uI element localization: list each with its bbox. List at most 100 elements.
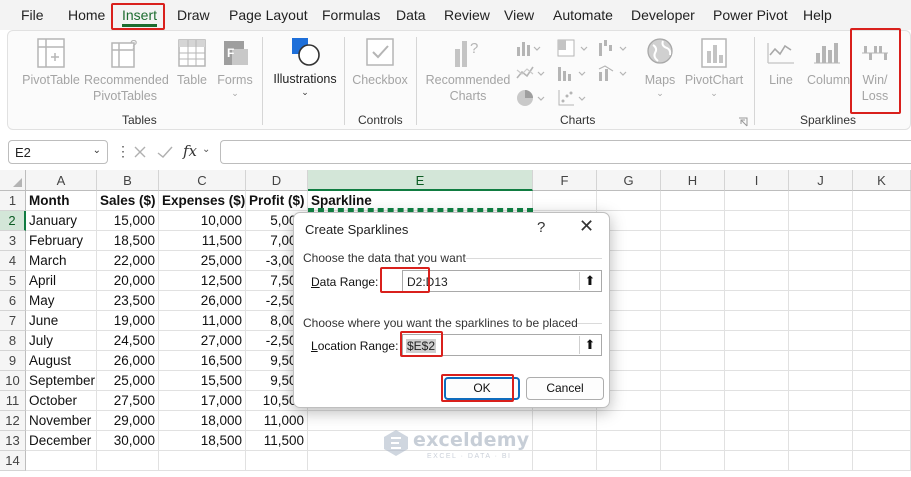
cell-a3[interactable]: February — [26, 231, 97, 251]
cell-i8[interactable] — [725, 331, 789, 351]
fx-dropdown-icon[interactable]: ⌄ — [202, 144, 210, 155]
cell-k9[interactable] — [853, 351, 911, 371]
cell-b13[interactable]: 30,000 — [97, 431, 159, 451]
menu-insert[interactable]: Insert — [122, 7, 158, 27]
cell-c6[interactable]: 26,000 — [159, 291, 246, 311]
cell-j12[interactable] — [789, 411, 853, 431]
cell-c8[interactable]: 27,000 — [159, 331, 246, 351]
waterfall-chart-dropdown[interactable] — [598, 39, 632, 57]
cell-j5[interactable] — [789, 271, 853, 291]
menu-automate[interactable]: Automate — [553, 7, 613, 23]
charts-dialog-launcher[interactable] — [738, 115, 748, 127]
cell-k7[interactable] — [853, 311, 911, 331]
cell-j4[interactable] — [789, 251, 853, 271]
cell-j9[interactable] — [789, 351, 853, 371]
cancel-formula-icon[interactable] — [133, 145, 147, 159]
cell-a14[interactable] — [26, 451, 97, 471]
cell-c1[interactable]: Expenses ($) — [159, 191, 246, 211]
menu-developer[interactable]: Developer — [631, 7, 695, 23]
cell-j3[interactable] — [789, 231, 853, 251]
cell-c3[interactable]: 11,500 — [159, 231, 246, 251]
cell-k2[interactable] — [853, 211, 911, 231]
column-chart-dropdown[interactable] — [516, 39, 542, 57]
cell-b7[interactable]: 19,000 — [97, 311, 159, 331]
cell-h5[interactable] — [661, 271, 725, 291]
cell-h7[interactable] — [661, 311, 725, 331]
cell-h2[interactable] — [661, 211, 725, 231]
combo-chart-dropdown[interactable] — [598, 64, 632, 82]
cell-j8[interactable] — [789, 331, 853, 351]
cell-h1[interactable] — [661, 191, 725, 211]
menu-page-layout[interactable]: Page Layout — [229, 7, 308, 23]
cell-j13[interactable] — [789, 431, 853, 451]
cell-b6[interactable]: 23,500 — [97, 291, 159, 311]
cell-a9[interactable]: August — [26, 351, 97, 371]
row-header-4[interactable]: 4 — [0, 251, 26, 271]
collapse-location-range-icon[interactable]: ⬆ — [579, 336, 600, 354]
cell-f14[interactable] — [533, 451, 597, 471]
menu-home[interactable]: Home — [68, 7, 105, 23]
cell-a7[interactable]: June — [26, 311, 97, 331]
cell-c11[interactable]: 17,000 — [159, 391, 246, 411]
cell-k4[interactable] — [853, 251, 911, 271]
cell-g12[interactable] — [597, 411, 661, 431]
cell-h10[interactable] — [661, 371, 725, 391]
column-header-j[interactable]: J — [789, 170, 853, 191]
column-header-d[interactable]: D — [246, 170, 308, 191]
line-chart-dropdown[interactable] — [516, 64, 550, 82]
more-options-icon[interactable]: ⋮ — [116, 143, 130, 160]
formula-input[interactable] — [220, 140, 911, 164]
cell-h14[interactable] — [661, 451, 725, 471]
cell-c9[interactable]: 16,500 — [159, 351, 246, 371]
maps-button[interactable]: Maps ⌄ — [640, 37, 680, 98]
select-all-corner[interactable] — [0, 170, 26, 191]
insert-function-button[interactable]: fx — [183, 142, 197, 160]
cell-i5[interactable] — [725, 271, 789, 291]
cell-b8[interactable]: 24,500 — [97, 331, 159, 351]
cell-k5[interactable] — [853, 271, 911, 291]
sparkline-column-button[interactable]: Column — [807, 37, 850, 88]
cell-c5[interactable]: 12,500 — [159, 271, 246, 291]
row-header-2[interactable]: 2 — [0, 211, 26, 231]
column-header-f[interactable]: F — [533, 170, 597, 191]
cell-d1[interactable]: Profit ($) — [246, 191, 308, 211]
row-header-13[interactable]: 13 — [0, 431, 26, 451]
column-header-g[interactable]: G — [597, 170, 661, 191]
cell-k1[interactable] — [853, 191, 911, 211]
cell-i14[interactable] — [725, 451, 789, 471]
cell-f12[interactable] — [533, 411, 597, 431]
help-button[interactable]: ? — [537, 219, 545, 236]
cell-j10[interactable] — [789, 371, 853, 391]
cell-j2[interactable] — [789, 211, 853, 231]
close-button[interactable]: ✕ — [579, 216, 594, 237]
recommended-pivottables-button[interactable]: ? Recommended PivotTables — [84, 37, 169, 104]
column-header-a[interactable]: A — [26, 170, 97, 191]
cell-h6[interactable] — [661, 291, 725, 311]
cell-b9[interactable]: 26,000 — [97, 351, 159, 371]
cell-g1[interactable] — [597, 191, 661, 211]
cell-c13[interactable]: 18,500 — [159, 431, 246, 451]
cell-h3[interactable] — [661, 231, 725, 251]
cell-c10[interactable]: 15,500 — [159, 371, 246, 391]
cell-b1[interactable]: Sales ($) — [97, 191, 159, 211]
column-header-b[interactable]: B — [97, 170, 159, 191]
confirm-formula-icon[interactable] — [157, 145, 173, 159]
statistic-chart-dropdown[interactable] — [557, 64, 591, 82]
cell-c7[interactable]: 11,000 — [159, 311, 246, 331]
checkbox-button[interactable]: Checkbox — [351, 37, 409, 88]
row-header-11[interactable]: 11 — [0, 391, 26, 411]
name-box-dropdown-icon[interactable]: ⌄ — [93, 145, 101, 156]
cancel-button[interactable]: Cancel — [526, 377, 604, 400]
cell-a1[interactable]: Month — [26, 191, 97, 211]
cell-k13[interactable] — [853, 431, 911, 451]
cell-a4[interactable]: March — [26, 251, 97, 271]
cell-a10[interactable]: September — [26, 371, 97, 391]
row-header-1[interactable]: 1 — [0, 191, 26, 211]
row-header-5[interactable]: 5 — [0, 271, 26, 291]
cell-b2[interactable]: 15,000 — [97, 211, 159, 231]
cell-i9[interactable] — [725, 351, 789, 371]
sparkline-line-button[interactable]: Line — [761, 37, 801, 88]
cell-h4[interactable] — [661, 251, 725, 271]
cell-g13[interactable] — [597, 431, 661, 451]
collapse-data-range-icon[interactable]: ⬆ — [579, 272, 600, 290]
